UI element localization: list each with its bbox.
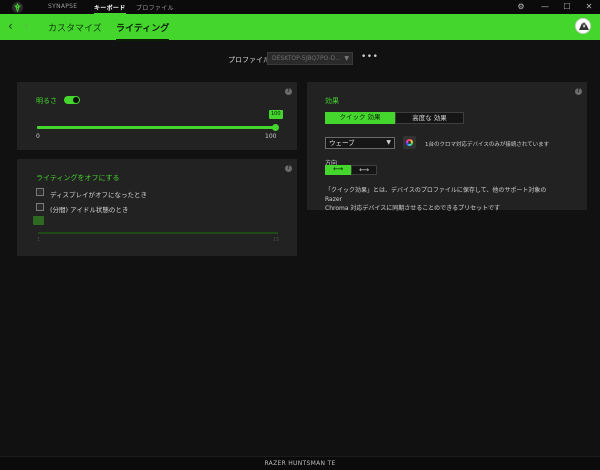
help-icon[interactable]: ?	[575, 88, 582, 95]
idle-minutes-value	[33, 216, 44, 225]
lighting-off-title: ライティングをオフにする	[36, 174, 120, 182]
close-icon[interactable]: ✕	[584, 2, 594, 12]
tab-profiles[interactable]: プロファイル	[136, 3, 174, 12]
effect-dropdown[interactable]: ウェーブ ▼	[325, 137, 395, 149]
section-header: ‹ › カスタマイズ ライティング	[0, 14, 600, 41]
idle-slider-track	[38, 232, 278, 234]
settings-gear-icon[interactable]: ⚙	[516, 2, 526, 12]
brightness-slider-thumb[interactable]	[272, 124, 279, 131]
brightness-toggle[interactable]	[64, 96, 80, 104]
chroma-ring-icon	[406, 139, 413, 146]
brightness-value-label: 100	[269, 110, 283, 119]
tab-lighting[interactable]: ライティング	[116, 21, 170, 41]
brightness-slider-track[interactable]	[37, 126, 275, 129]
brightness-panel: ? 明るさ 100 0 100	[17, 82, 297, 150]
back-arrow-icon[interactable]: ‹	[8, 19, 13, 33]
brightness-max-label: 100	[265, 133, 277, 140]
chevron-down-icon: ▼	[344, 55, 349, 62]
help-icon[interactable]: ?	[285, 165, 292, 172]
more-options-icon[interactable]: •••	[361, 52, 378, 62]
device-name: RAZER HUNTSMAN TE	[264, 460, 336, 467]
chevron-down-icon: ▼	[386, 139, 391, 146]
idle-slider-max-label: 15	[273, 237, 280, 243]
idle-slider-min-label: 1	[37, 237, 41, 243]
device-footer: RAZER HUNTSMAN TE	[0, 456, 600, 470]
profile-dropdown[interactable]: DESKTOP-5JBQ7PO-D... ▼	[267, 52, 353, 65]
idle-label: (分間) アイドル状態のとき	[50, 206, 129, 214]
display-off-label: ディスプレイがオフになったとき	[50, 191, 148, 199]
tab-synapse[interactable]: SYNAPSE	[48, 3, 77, 10]
profile-selected-value: DESKTOP-5JBQ7PO-D...	[272, 55, 341, 62]
razer-logo-icon[interactable]	[12, 2, 23, 13]
help-icon[interactable]: ?	[285, 88, 292, 95]
profile-label: プロファイル	[228, 56, 270, 64]
forward-arrow-icon[interactable]: ›	[24, 19, 29, 33]
display-off-checkbox[interactable]	[36, 188, 44, 196]
description-line-1: 「クイック効果」とは、デバイスのプロファイルに保存して、他のサポート対象の Ra…	[325, 187, 547, 203]
quick-effects-description: 「クイック効果」とは、デバイスのプロファイルに保存して、他のサポート対象の Ra…	[325, 186, 565, 213]
idle-checkbox[interactable]	[36, 203, 44, 211]
effect-selected-value: ウェーブ	[329, 139, 355, 147]
connected-devices-text: 1台のクロマ対応デバイスのみが接続されています	[425, 142, 550, 148]
description-line-2: Chroma 対応デバイスに同期させることのできるプリセットです	[325, 205, 501, 212]
chroma-connect-icon[interactable]	[403, 136, 416, 149]
effects-title: 効果	[325, 97, 339, 105]
brightness-title: 明るさ	[36, 97, 57, 105]
tab-customize[interactable]: カスタマイズ	[48, 21, 102, 34]
tab-advanced-effects[interactable]: 高度な 効果	[395, 112, 464, 124]
title-bar: SYNAPSE キーボード プロファイル ⚙ — ☐ ✕	[0, 0, 600, 15]
direction-right-left-button[interactable]: ⟷	[351, 165, 377, 175]
minimize-icon[interactable]: —	[540, 2, 550, 12]
lighting-off-panel: ? ライティングをオフにする ディスプレイがオフになったとき (分間) アイドル…	[17, 159, 297, 256]
tab-quick-effects[interactable]: クイック 効果	[325, 112, 395, 124]
brightness-min-label: 0	[36, 133, 40, 140]
maximize-icon[interactable]: ☐	[562, 2, 572, 12]
direction-left-right-button[interactable]: ⟷	[325, 165, 351, 175]
user-avatar-icon[interactable]	[575, 18, 591, 34]
tab-keyboard[interactable]: キーボード	[94, 3, 126, 15]
